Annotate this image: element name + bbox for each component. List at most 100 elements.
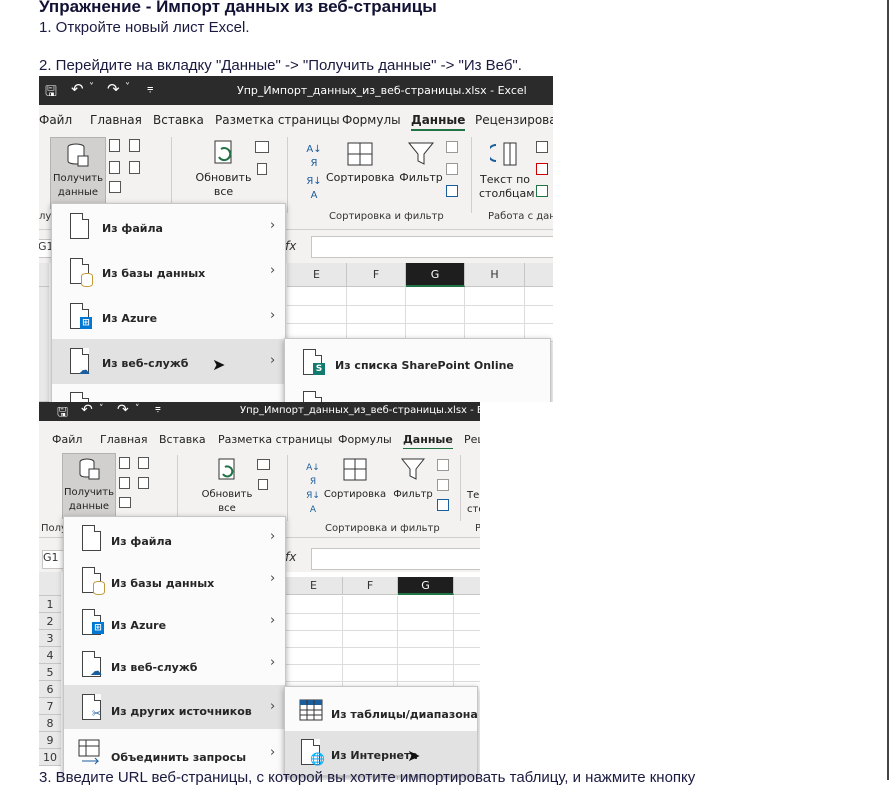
advanced-filter-icon[interactable] bbox=[437, 499, 449, 511]
menu-item-from-web-services[interactable]: ☁ Из веб-служб ➤ › bbox=[52, 339, 285, 384]
tab-page-layout[interactable]: Разметка страницы bbox=[215, 113, 340, 127]
reapply-icon[interactable] bbox=[446, 163, 458, 175]
queries-icon[interactable] bbox=[257, 459, 270, 470]
undo-icon[interactable]: ↶ bbox=[81, 402, 93, 418]
formula-input[interactable] bbox=[311, 548, 480, 570]
filter-button[interactable]: Фильтр bbox=[399, 141, 443, 197]
tab-page-layout[interactable]: Разметка страницы bbox=[218, 433, 332, 446]
row-header-7[interactable]: 7 bbox=[39, 698, 61, 715]
row-header-3[interactable]: 3 bbox=[39, 630, 61, 647]
menu-item-from-database[interactable]: Из базы данных › bbox=[52, 249, 285, 294]
data-validation-icon[interactable] bbox=[536, 185, 548, 197]
menu-item-from-azure[interactable]: ⊞ Из Azure › bbox=[52, 294, 285, 339]
from-web-small-icon[interactable] bbox=[109, 161, 120, 174]
refresh-all-button[interactable]: Обновить все bbox=[197, 457, 257, 517]
tab-review[interactable]: Рец bbox=[464, 433, 480, 446]
tab-insert[interactable]: Вставка bbox=[159, 433, 206, 446]
tab-file[interactable]: Файл bbox=[52, 433, 82, 446]
from-text-icon[interactable] bbox=[109, 139, 120, 152]
sort-button[interactable]: Сортировка bbox=[323, 457, 387, 513]
existing-connections-icon[interactable] bbox=[138, 477, 149, 489]
menu-item-from-azure[interactable]: ⊞ Из Azure › bbox=[64, 601, 285, 643]
tab-home[interactable]: Главная bbox=[90, 113, 142, 127]
redo-icon[interactable]: ↷ bbox=[117, 402, 129, 418]
column-header[interactable] bbox=[454, 577, 480, 595]
row-header-1[interactable]: 1 bbox=[39, 596, 61, 613]
submenu-item-from-table-range[interactable]: Из таблицы/диапазона bbox=[285, 689, 478, 731]
clear-filter-icon[interactable] bbox=[446, 141, 458, 153]
tab-data[interactable]: Данные bbox=[403, 433, 453, 450]
queries-icon[interactable] bbox=[255, 141, 269, 153]
recent-sources-icon[interactable] bbox=[129, 139, 140, 152]
column-header-g[interactable]: G bbox=[406, 263, 465, 287]
clear-filter-icon[interactable] bbox=[437, 459, 449, 471]
row-header-8[interactable]: 8 bbox=[39, 715, 61, 732]
submenu-item-sharepoint-online[interactable]: S Из списка SharePoint Online bbox=[285, 343, 550, 383]
column-header-f[interactable]: F bbox=[343, 577, 398, 595]
column-header-e[interactable]: E bbox=[285, 577, 343, 595]
get-data-button[interactable]: Получить данные bbox=[50, 137, 106, 209]
menu-item-from-file[interactable]: Из файла › bbox=[64, 517, 285, 559]
row-header-10[interactable]: 10 bbox=[39, 749, 61, 766]
menu-item-from-web-services[interactable]: ☁ Из веб-служб › bbox=[64, 643, 285, 685]
refresh-all-button[interactable]: Обновить все bbox=[191, 139, 256, 205]
tab-data[interactable]: Данные bbox=[411, 113, 466, 131]
sort-button[interactable]: Сортировка bbox=[326, 141, 395, 197]
properties-icon[interactable] bbox=[257, 163, 267, 175]
properties-icon[interactable] bbox=[258, 479, 268, 490]
advanced-filter-icon[interactable] bbox=[446, 185, 458, 197]
column-header-e[interactable]: E bbox=[287, 263, 347, 287]
sort-az-button[interactable]: А↓ Я bbox=[305, 143, 323, 169]
select-all-corner[interactable] bbox=[39, 572, 61, 596]
menu-item-from-other-sources[interactable]: ✂ Из других источников › bbox=[64, 685, 285, 729]
row-header-9[interactable]: 9 bbox=[39, 732, 61, 749]
tab-file[interactable]: Файл bbox=[39, 113, 72, 127]
from-table-small-icon[interactable] bbox=[109, 181, 121, 193]
text-to-columns-button[interactable]: Текст по столбцам bbox=[479, 141, 535, 207]
undo-dropdown-icon[interactable]: ˅ bbox=[99, 404, 104, 414]
text-to-columns-label[interactable]: Те сто bbox=[467, 489, 480, 519]
formula-input[interactable] bbox=[311, 236, 553, 258]
from-web-small-icon[interactable] bbox=[119, 477, 130, 489]
redo-dropdown-icon[interactable]: ˅ bbox=[135, 404, 140, 414]
customize-icon[interactable]: ⩦ bbox=[147, 81, 153, 95]
tab-home[interactable]: Главная bbox=[100, 433, 148, 446]
recent-sources-icon[interactable] bbox=[138, 457, 149, 469]
undo-icon[interactable]: ↶ bbox=[71, 80, 84, 98]
save-icon[interactable]: 🖫 bbox=[45, 81, 57, 105]
fx-icon[interactable]: fx bbox=[285, 239, 296, 253]
column-header[interactable] bbox=[525, 263, 553, 287]
flash-fill-icon[interactable] bbox=[536, 141, 548, 153]
from-text-icon[interactable] bbox=[119, 457, 130, 469]
tab-formulas[interactable]: Формулы bbox=[338, 433, 392, 446]
menu-item-more[interactable] bbox=[52, 384, 285, 402]
tab-formulas[interactable]: Формулы bbox=[342, 113, 401, 127]
fx-icon[interactable]: fx bbox=[285, 550, 296, 564]
remove-duplicates-icon[interactable] bbox=[536, 163, 548, 175]
from-table-small-icon[interactable] bbox=[119, 497, 131, 508]
row-headers[interactable] bbox=[39, 287, 49, 402]
menu-item-from-file[interactable]: Из файла › bbox=[52, 204, 285, 249]
row-header-4[interactable]: 4 bbox=[39, 647, 61, 664]
column-header-f[interactable]: F bbox=[347, 263, 406, 287]
existing-connections-icon[interactable] bbox=[129, 161, 140, 174]
redo-icon[interactable]: ↷ bbox=[107, 80, 120, 98]
redo-dropdown-icon[interactable]: ˅ bbox=[125, 82, 130, 93]
column-header-g[interactable]: G bbox=[398, 577, 454, 595]
row-header-6[interactable]: 6 bbox=[39, 681, 61, 698]
row-header-5[interactable]: 5 bbox=[39, 664, 61, 681]
customize-icon[interactable]: ⩦ bbox=[155, 403, 161, 414]
select-all-corner[interactable] bbox=[39, 263, 49, 287]
row-header-2[interactable]: 2 bbox=[39, 613, 61, 630]
sort-az-button[interactable]: А↓ Я bbox=[304, 461, 322, 487]
tab-review[interactable]: Рецензирован bbox=[475, 113, 553, 127]
sort-za-button[interactable]: Я↓ А bbox=[305, 175, 323, 201]
sort-za-button[interactable]: Я↓ А bbox=[304, 489, 322, 515]
menu-item-from-database[interactable]: Из базы данных › bbox=[64, 559, 285, 601]
filter-button[interactable]: Фильтр bbox=[391, 457, 435, 513]
reapply-icon[interactable] bbox=[437, 479, 449, 491]
tab-insert[interactable]: Вставка bbox=[153, 113, 204, 127]
undo-dropdown-icon[interactable]: ˅ bbox=[89, 82, 94, 93]
get-data-button[interactable]: Получить данные bbox=[62, 453, 116, 519]
column-header-h[interactable]: H bbox=[465, 263, 525, 287]
